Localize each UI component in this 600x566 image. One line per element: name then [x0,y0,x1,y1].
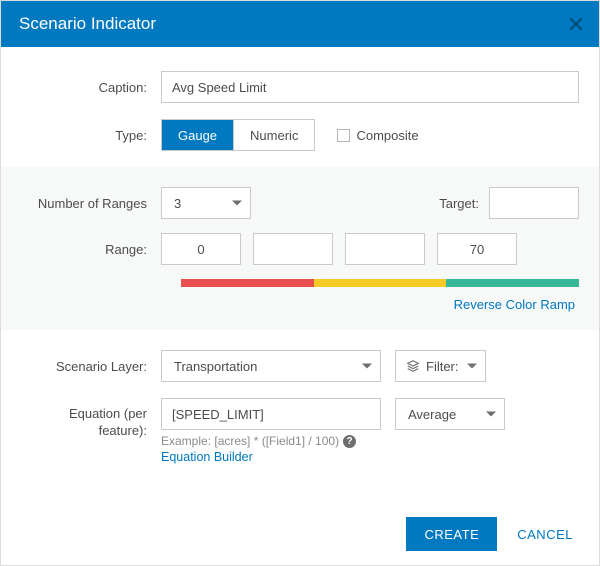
row-type: Type: Gauge Numeric Composite [21,119,579,151]
ranges-panel: Number of Ranges 3 Target: Range: [1,167,599,330]
scenario-indicator-dialog: Scenario Indicator Caption: Type: Gauge … [0,0,600,566]
label-target: Target: [439,196,489,211]
checkbox-icon [337,129,350,142]
range-input-3[interactable] [437,233,517,265]
caption-input[interactable] [161,71,579,103]
dialog-footer: CREATE CANCEL [1,503,599,565]
composite-checkbox[interactable]: Composite [337,128,418,143]
scenario-layer-value: Transportation [174,359,257,374]
aggregate-value: Average [408,407,456,422]
chevron-down-icon [232,201,242,206]
num-ranges-value: 3 [174,196,181,211]
aggregate-select[interactable]: Average [395,398,505,430]
range-inputs [161,233,579,265]
type-toggle: Gauge Numeric [161,119,315,151]
label-num-ranges: Number of Ranges [21,196,161,211]
row-range: Range: [21,233,579,265]
chevron-down-icon [362,364,372,369]
type-option-gauge[interactable]: Gauge [162,120,233,150]
filter-button[interactable]: Filter: [395,350,486,382]
row-caption: Caption: [21,71,579,103]
ramp-seg-1 [314,279,447,287]
range-input-2[interactable] [345,233,425,265]
label-scenario-layer: Scenario Layer: [21,359,161,374]
layers-icon [406,359,420,373]
num-ranges-select[interactable]: 3 [161,187,251,219]
range-input-0[interactable] [161,233,241,265]
label-caption: Caption: [21,80,161,95]
close-icon[interactable] [567,15,585,33]
target-input[interactable] [489,187,579,219]
help-icon[interactable]: ? [343,435,356,448]
row-equation: Equation (per feature): Average Example:… [21,398,579,464]
label-type: Type: [21,128,161,143]
equation-input[interactable] [161,398,381,430]
dialog-title: Scenario Indicator [19,14,156,34]
label-range: Range: [21,242,161,257]
range-input-1[interactable] [253,233,333,265]
ramp-seg-2 [446,279,579,287]
label-equation: Equation (per feature): [21,398,161,440]
row-scenario-layer: Scenario Layer: Transportation Filter: [21,350,579,382]
scenario-layer-select[interactable]: Transportation [161,350,381,382]
dialog-titlebar: Scenario Indicator [1,1,599,47]
ramp-seg-0 [181,279,314,287]
create-button[interactable]: CREATE [406,517,497,551]
composite-label: Composite [356,128,418,143]
type-option-numeric[interactable]: Numeric [233,120,314,150]
chevron-down-icon [467,364,477,369]
equation-builder-link[interactable]: Equation Builder [161,450,253,464]
dialog-body: Caption: Type: Gauge Numeric Composite N… [1,47,599,503]
reverse-color-ramp-link[interactable]: Reverse Color Ramp [21,297,579,312]
cancel-button[interactable]: CANCEL [511,527,579,542]
color-ramp [181,279,579,287]
equation-example: Example: [acres] * ([Field1] / 100) ? [161,434,356,448]
chevron-down-icon [486,412,496,417]
row-num-ranges: Number of Ranges 3 Target: [21,187,579,219]
filter-label: Filter: [426,359,459,374]
